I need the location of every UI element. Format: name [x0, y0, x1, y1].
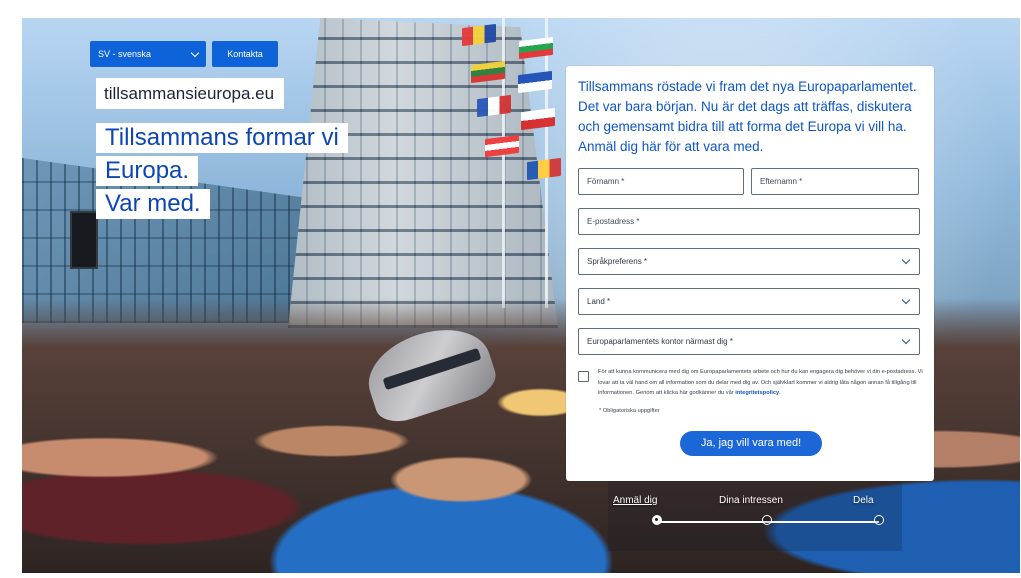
step-label-interests[interactable]: Dina intressen — [719, 495, 783, 507]
page-headline: Tillsammans formar vi Europa. Var med. — [96, 121, 436, 220]
step-label-sign-up[interactable]: Anmäl dig — [613, 495, 657, 507]
headline-line-2: Var med. — [96, 189, 210, 219]
background-flag — [521, 107, 555, 131]
step-label-share[interactable]: Dela — [853, 495, 874, 507]
background-flag — [527, 157, 561, 181]
privacy-policy-link[interactable]: integritetspolicy — [735, 390, 779, 396]
active-step-dot — [652, 515, 662, 525]
consent-row: För att kunna kommunicera med dig om Eur… — [578, 367, 924, 403]
consent-text: För att kunna kommunicera med dig om Eur… — [598, 369, 923, 396]
site-name: tillsammansieuropa.eu — [96, 78, 285, 109]
language-select[interactable]: SV - svenska — [90, 41, 206, 67]
office-select-label: Europaparlamentets kontor närmast dig * — [587, 337, 733, 346]
interests-step-dot — [762, 515, 772, 525]
email-input[interactable] — [578, 208, 920, 235]
last-name-input[interactable] — [751, 168, 919, 195]
chevron-down-icon — [901, 255, 911, 264]
country-select-label: Land * — [587, 297, 611, 306]
background-speaker — [70, 211, 98, 269]
chevron-down-icon — [190, 48, 200, 57]
consent-checkbox[interactable] — [578, 371, 589, 382]
signup-page: SV - svenska Kontakta oss tillsammansieu… — [22, 18, 1020, 573]
signup-form: Tillsammans röstade vi fram det nya Euro… — [566, 66, 934, 481]
chevron-down-icon — [901, 295, 911, 304]
language-preference-select-label: Språkpreferens * — [587, 257, 648, 266]
contact-button[interactable]: Kontakta oss — [212, 41, 278, 85]
office-select[interactable]: Europaparlamentets kontor närmast dig * — [578, 328, 920, 355]
chevron-down-icon — [901, 335, 911, 344]
signup-progress: Anmäl dig Dina intressen Dela — [608, 481, 902, 551]
language-select-label: SV - svenska — [98, 49, 152, 59]
form-intro: Tillsammans röstade vi fram det nya Euro… — [578, 79, 917, 154]
join-button[interactable]: Ja, jag vill vara med! — [680, 431, 822, 456]
first-name-input[interactable] — [578, 168, 744, 195]
share-step-dot — [874, 515, 884, 525]
headline-line-1: Tillsammans formar vi Europa. — [96, 123, 348, 186]
language-preference-select[interactable]: Språkpreferens * — [578, 248, 920, 275]
required-fields-note: * Obligatoriska uppgifter — [599, 408, 660, 414]
country-select[interactable]: Land * — [578, 288, 920, 315]
